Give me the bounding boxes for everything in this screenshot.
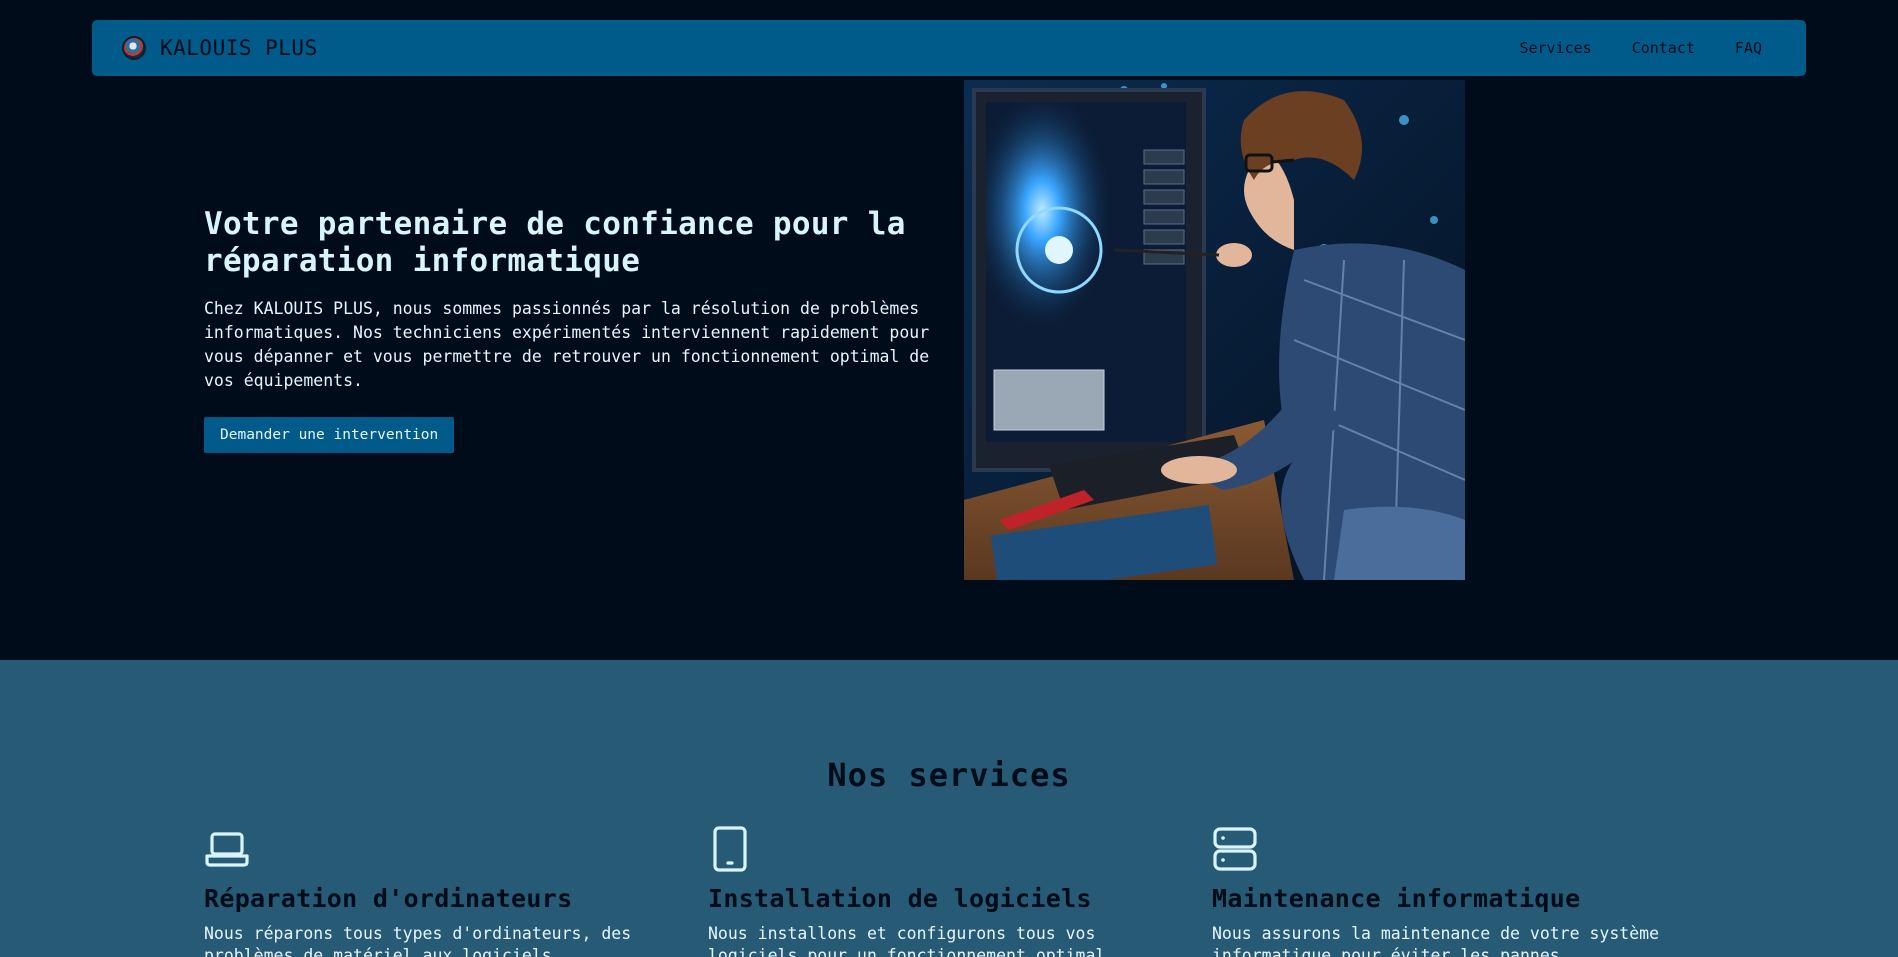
- service-card-maintenance: Maintenance informatique Nous assurons l…: [1212, 826, 1692, 957]
- request-intervention-button[interactable]: Demander une intervention: [204, 417, 455, 453]
- nav-link-contact[interactable]: Contact: [1632, 39, 1695, 57]
- brand[interactable]: KALOUIS PLUS: [122, 36, 318, 60]
- service-title: Maintenance informatique: [1212, 884, 1581, 913]
- laptop-icon: [205, 832, 249, 867]
- services-title: Nos services: [827, 756, 1071, 794]
- service-card-repair: Réparation d'ordinateurs Nous réparons t…: [204, 826, 684, 957]
- server-icon: [1213, 827, 1257, 871]
- navbar: KALOUIS PLUS Services Contact FAQ: [92, 20, 1806, 76]
- service-description: Nous assurons la maintenance de votre sy…: [1212, 924, 1660, 957]
- service-title: Installation de logiciels: [708, 884, 1092, 913]
- brand-logo: [122, 36, 146, 60]
- service-description: Nous installons et configurons tous vos …: [708, 924, 1116, 957]
- nav-link-faq[interactable]: FAQ: [1735, 39, 1762, 57]
- service-title: Réparation d'ordinateurs: [204, 884, 573, 913]
- hero-title: Votre partenaire de confiance pour la ré…: [204, 206, 906, 279]
- service-description: Nous réparons tous types d'ordinateurs, …: [204, 924, 632, 957]
- tablet-icon: [713, 826, 747, 872]
- services-section: Nos services Réparation d'ordinateurs No…: [0, 660, 1898, 957]
- service-card-software: Installation de logiciels Nous installon…: [708, 826, 1188, 957]
- nav-link-services[interactable]: Services: [1519, 39, 1591, 57]
- hero-description: Chez KALOUIS PLUS, nous sommes passionné…: [204, 299, 930, 390]
- nav-links: Services Contact FAQ: [1519, 39, 1776, 57]
- hero-section: Votre partenaire de confiance pour la ré…: [204, 206, 934, 453]
- brand-name: KALOUIS PLUS: [160, 36, 318, 60]
- hero-image-technician: [964, 80, 1465, 580]
